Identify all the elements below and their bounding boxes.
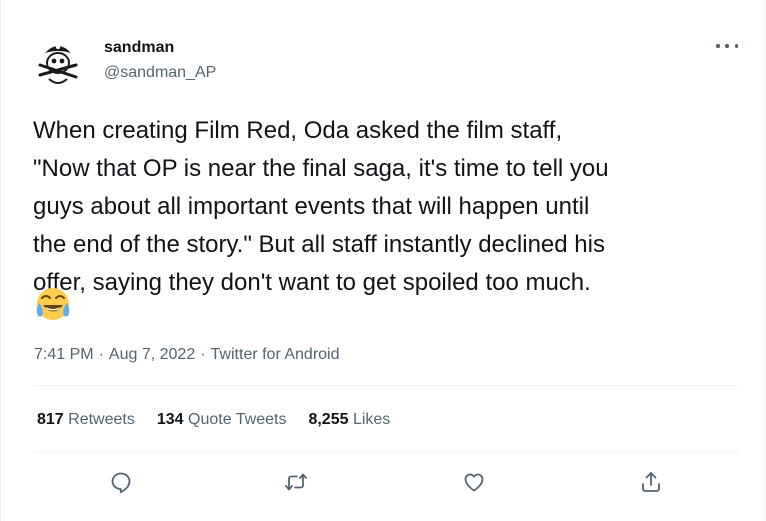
face-with-tears-of-joy-icon (36, 288, 70, 320)
retweets-stat[interactable]: 817 Retweets (37, 410, 135, 430)
tweet-emoji: 😂 (33, 284, 73, 324)
separator-dot: · (98, 346, 104, 363)
share-button[interactable] (631, 462, 671, 502)
more-dot-icon (734, 44, 738, 48)
tweet-time[interactable]: 7:41 PM (34, 346, 94, 363)
author-name[interactable]: sandman (104, 38, 174, 58)
tweet-source[interactable]: Twitter for Android (211, 346, 340, 363)
tweet-stats: 817 Retweets 134 Quote Tweets 8,255 Like… (37, 410, 390, 430)
retweet-icon (285, 473, 307, 491)
divider (33, 385, 740, 386)
quotes-label: Quote Tweets (188, 411, 287, 428)
tweet-actions (33, 462, 740, 502)
like-button[interactable] (454, 462, 494, 502)
pirate-skull-avatar-icon (31, 35, 85, 89)
likes-label: Likes (352, 411, 391, 428)
author-handle[interactable]: @sandman_AP (104, 63, 216, 83)
divider (33, 452, 740, 453)
like-icon (464, 473, 484, 492)
share-icon (642, 472, 660, 492)
more-dot-icon (716, 44, 720, 48)
retweets-label: Retweets (68, 411, 135, 428)
reply-icon (111, 472, 131, 494)
quotes-stat[interactable]: 134 Quote Tweets (157, 410, 287, 430)
tweet-text: When creating Film Red, Oda asked the fi… (33, 117, 609, 296)
more-dot-icon (725, 44, 729, 48)
more-options-button[interactable] (716, 38, 738, 54)
author-avatar[interactable] (31, 35, 85, 89)
retweet-button[interactable] (276, 462, 316, 502)
separator-dot: · (200, 346, 206, 363)
reply-button[interactable] (101, 462, 141, 502)
tweet-card: sandman @sandman_AP When creating Film R… (0, 0, 766, 521)
retweets-count: 817 (37, 411, 64, 428)
quotes-count: 134 (156, 411, 184, 428)
tweet-date[interactable]: Aug 7, 2022 (109, 346, 195, 363)
likes-stat[interactable]: 8,255 Likes (308, 410, 390, 430)
tweet-meta: 7:41 PM · Aug 7, 2022 · Twitter for Android (34, 345, 340, 365)
likes-count: 8,255 (308, 411, 349, 428)
